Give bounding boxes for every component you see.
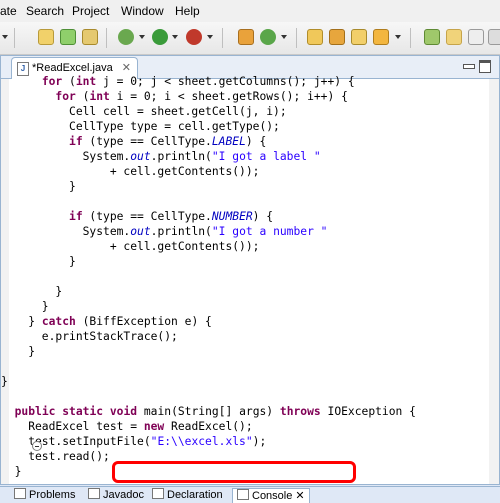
code-line: CellType type = cell.getType(); bbox=[1, 120, 280, 133]
forward-icon[interactable] bbox=[488, 29, 500, 45]
back-icon[interactable] bbox=[468, 29, 484, 45]
code-line: Cell cell = sheet.getCell(j, i); bbox=[1, 105, 287, 118]
dropdown-arrow-icon[interactable] bbox=[139, 35, 145, 39]
code-line: System.out.println("I got a number " bbox=[1, 225, 328, 238]
tab-problems-label: Problems bbox=[29, 489, 76, 501]
highlight-box bbox=[112, 461, 356, 483]
dropdown-arrow-icon[interactable] bbox=[281, 35, 287, 39]
javadoc-icon bbox=[88, 488, 100, 499]
menu-project[interactable]: Project bbox=[72, 4, 109, 18]
code-line: if (type == CellType.LABEL) { bbox=[69, 135, 267, 148]
code-line: + cell.getContents()); bbox=[1, 240, 260, 253]
code-line: } bbox=[1, 345, 36, 358]
menu-bar: ate Search Project Window Help bbox=[0, 0, 500, 23]
tab-javadoc-label: Javadoc bbox=[103, 489, 144, 501]
code-line: ReadExcel test = new ReadExcel(); bbox=[1, 420, 253, 433]
open-file-icon[interactable] bbox=[82, 29, 98, 45]
pen-icon[interactable] bbox=[373, 29, 389, 45]
debug-icon[interactable] bbox=[118, 29, 134, 45]
code-line: } bbox=[1, 465, 22, 478]
close-icon[interactable]: ✕ bbox=[122, 61, 131, 74]
code-line: } bbox=[1, 285, 63, 298]
problems-icon bbox=[14, 488, 26, 499]
code-line: } bbox=[1, 180, 76, 193]
fold-collapse-icon[interactable] bbox=[32, 441, 42, 451]
run-icon[interactable] bbox=[152, 29, 168, 45]
toolbar-separator bbox=[296, 28, 297, 48]
code-line: e.printStackTrace(); bbox=[1, 330, 178, 343]
open-task-icon[interactable] bbox=[307, 29, 323, 45]
menu-edit[interactable]: ate bbox=[0, 4, 17, 18]
marker-icon[interactable] bbox=[351, 29, 367, 45]
overview-ruler bbox=[489, 79, 499, 484]
toolbar-separator bbox=[222, 28, 223, 48]
breadcrumb-icon[interactable] bbox=[446, 29, 462, 45]
tab-console[interactable]: Console ✕ bbox=[232, 488, 310, 503]
menu-help[interactable]: Help bbox=[175, 4, 200, 18]
menu-search[interactable]: Search bbox=[26, 4, 64, 18]
code-line: for (int i = 0; i < sheet.getRows(); i++… bbox=[55, 90, 348, 103]
toggle-mark-icon[interactable] bbox=[424, 29, 440, 45]
tab-console-label: Console bbox=[252, 490, 293, 502]
dropdown-arrow-icon[interactable] bbox=[395, 35, 401, 39]
code-line: if (type == CellType.NUMBER) { bbox=[69, 210, 274, 223]
menu-window[interactable]: Window bbox=[121, 4, 164, 18]
dropdown-arrow-icon[interactable] bbox=[207, 35, 213, 39]
code-area[interactable]: for (int j = 0; j < sheet.getColumns(); … bbox=[1, 74, 489, 479]
code-line: } catch (BiffException e) { bbox=[1, 315, 212, 328]
toolbar bbox=[0, 22, 500, 55]
code-line: + cell.getContents()); bbox=[1, 165, 260, 178]
new-class-icon[interactable] bbox=[60, 29, 76, 45]
maximize-icon[interactable] bbox=[479, 60, 491, 73]
tab-declaration-label: Declaration bbox=[167, 489, 223, 501]
code-line: } bbox=[1, 375, 8, 388]
code-line: for (int j = 0; j < sheet.getColumns(); … bbox=[41, 75, 355, 88]
minimize-icon[interactable] bbox=[463, 64, 475, 69]
code-line: } bbox=[1, 255, 76, 268]
dropdown-arrow-icon[interactable] bbox=[172, 35, 178, 39]
code-line: } bbox=[1, 300, 49, 313]
dropdown-arrow-icon[interactable] bbox=[2, 35, 8, 39]
toolbar-separator bbox=[106, 28, 107, 48]
code-line: System.out.println("I got a label " bbox=[1, 150, 321, 163]
console-icon bbox=[237, 489, 249, 500]
code-line: test.read(); bbox=[1, 450, 110, 463]
bottom-panel-tabs: Problems Javadoc Declaration Console ✕ bbox=[0, 486, 500, 503]
search-icon[interactable] bbox=[260, 29, 276, 45]
new-package-icon[interactable] bbox=[38, 29, 54, 45]
code-line: public static void main(String[] args) t… bbox=[14, 405, 416, 418]
open-type-icon[interactable] bbox=[238, 29, 254, 45]
annotation-icon[interactable] bbox=[329, 29, 345, 45]
tab-label: *ReadExcel.java bbox=[32, 62, 113, 74]
code-editor: J *ReadExcel.java ✕ for (int j = 0; j < … bbox=[0, 55, 500, 485]
toolbar-separator bbox=[410, 28, 411, 48]
close-icon[interactable]: ✕ bbox=[295, 490, 304, 502]
toolbar-separator bbox=[14, 28, 15, 48]
run-external-tool-icon[interactable] bbox=[186, 29, 202, 45]
declaration-icon bbox=[152, 488, 164, 499]
